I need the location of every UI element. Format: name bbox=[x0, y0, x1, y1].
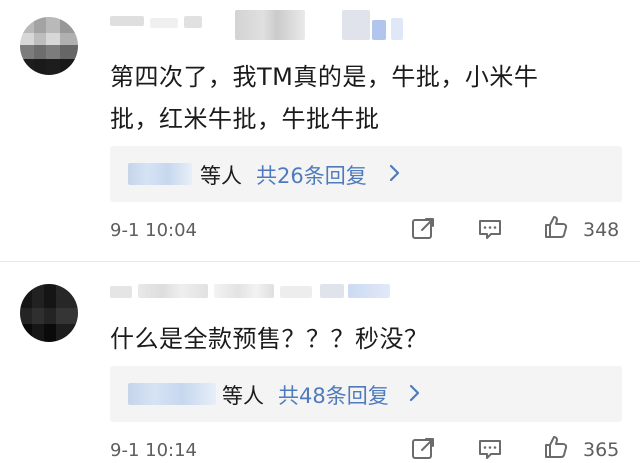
comment-icon[interactable] bbox=[476, 435, 504, 463]
comment-text-line-2: 批，红米牛批，牛批牛批 bbox=[110, 105, 380, 133]
comment-item: 第四次了，我TM真的是，牛批，小米牛 批，红米牛批，牛批牛批 等人 共26条回复… bbox=[0, 0, 640, 262]
comment-text: 什么是全款预售？？？秒没？ bbox=[110, 325, 429, 353]
reply-total-link[interactable]: 共26条回复 bbox=[256, 160, 367, 190]
reply-people-label: 等人 bbox=[222, 384, 264, 408]
avatar[interactable] bbox=[20, 17, 78, 75]
comment-icon[interactable] bbox=[476, 215, 504, 243]
username-blur[interactable] bbox=[110, 262, 410, 310]
like-count: 348 bbox=[583, 219, 620, 241]
chevron-right-icon[interactable] bbox=[404, 381, 426, 405]
reply-total-link[interactable]: 共48条回复 bbox=[278, 380, 389, 410]
like-icon[interactable] bbox=[542, 433, 570, 461]
comment-text: 第四次了，我TM真的是，牛批，小米牛 批，红米牛批，牛批牛批 bbox=[110, 56, 592, 140]
username-blur[interactable] bbox=[110, 0, 410, 48]
reply-people-label: 等人 bbox=[200, 164, 242, 188]
like-count: 365 bbox=[583, 439, 620, 461]
comment-time: 9-1 10:14 bbox=[110, 440, 197, 461]
replier-names-blur[interactable] bbox=[128, 383, 216, 405]
comment-item: 什么是全款预售？？？秒没？ 等人 共48条回复 9-1 10:14 365 bbox=[0, 262, 640, 461]
replier-names-blur[interactable] bbox=[128, 163, 192, 185]
share-icon[interactable] bbox=[409, 215, 437, 243]
reply-summary[interactable]: 等人 共48条回复 bbox=[110, 366, 622, 422]
comment-text-line-1: 第四次了，我TM真的是，牛批，小米牛 bbox=[110, 63, 539, 91]
avatar[interactable] bbox=[20, 284, 78, 342]
like-icon[interactable] bbox=[542, 213, 570, 241]
chevron-right-icon[interactable] bbox=[384, 161, 406, 185]
share-icon[interactable] bbox=[409, 435, 437, 463]
reply-summary[interactable]: 等人 共26条回复 bbox=[110, 146, 622, 202]
comment-time: 9-1 10:04 bbox=[110, 220, 197, 241]
